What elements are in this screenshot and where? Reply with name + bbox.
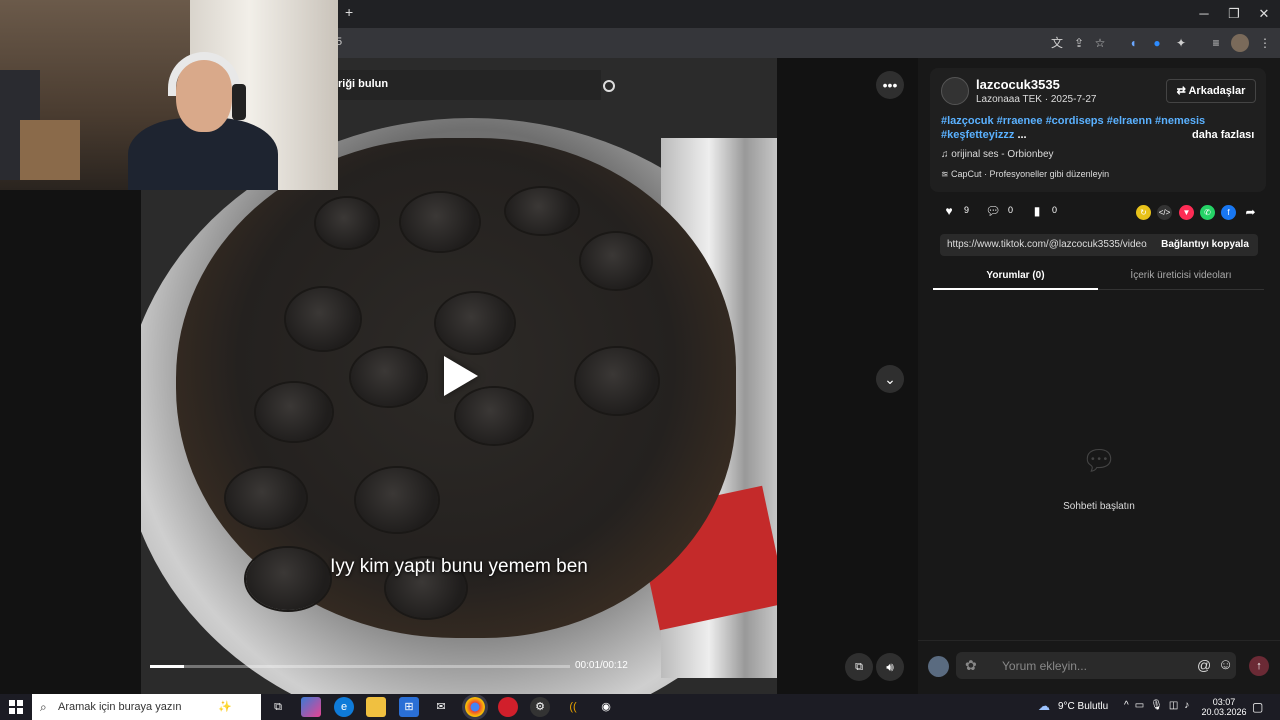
steam-icon[interactable]: ⚙ [530,697,550,717]
comment-count: 0 [1008,205,1014,215]
sticker-icon[interactable]: ✿ [965,657,977,674]
tab-comments[interactable]: Yorumlar (0) [933,266,1098,290]
app-audio-icon[interactable]: (( [563,697,583,717]
share-arrow-icon[interactable]: ➦ [1243,205,1258,220]
restore-button[interactable]: ❐ [1222,4,1246,24]
start-button[interactable] [9,700,23,714]
volume-icon[interactable]: 🔊︎ [876,653,904,681]
floating-player-button[interactable]: ⧉ [845,653,873,681]
empty-chat-icon: 💬︎ [1081,445,1117,476]
taskbar-search-text: Aramak için buraya yazın [58,701,182,713]
weather-text[interactable]: 9°C Bulutlu [1058,701,1108,712]
whatsapp-icon[interactable]: ✆ [1200,205,1215,220]
file-explorer-icon[interactable] [366,697,386,717]
media-control-icon[interactable]: ≡ [1207,34,1225,52]
friends-button[interactable]: ⇄ Arkadaşlar [1166,79,1256,103]
embed-code-icon[interactable]: </> [1157,205,1172,220]
taskbar-search[interactable]: ⌕ Aramak için buraya yazın ✨ [32,694,261,720]
task-view-icon[interactable]: ⧉ [268,697,288,717]
video-progress-track[interactable] [150,665,570,668]
notification-icon[interactable]: ▢ [1252,700,1263,714]
video-caption: Iyy kim yaptı bunu yemem ben [330,556,588,577]
search-icon[interactable] [603,80,615,92]
more-options-button[interactable]: ••• [876,71,904,99]
hashtags-ellipsis: ... [1017,129,1027,141]
extension-shield-icon[interactable]: ● [1148,34,1166,52]
comment-input[interactable] [956,652,1236,679]
creator-avatar[interactable] [941,77,969,105]
taskbar-search-icon: ⌕ [40,700,47,714]
creator-subline: Lazonaaa TEK · 2025-7-27 [976,94,1097,105]
taskbar-clock[interactable]: 03:07 20.03.2026 [1196,697,1252,717]
edge-icon[interactable]: e [334,697,354,717]
sound-link[interactable]: ♫ orijinal ses - Orbionbey [941,149,1054,160]
hashtag-kesfet[interactable]: #keşfetteyizzz [941,129,1014,141]
hashtags-line-2[interactable]: #keşfetteyizzz ... [941,129,1027,141]
emoji-icon[interactable]: ☺ [1218,656,1233,673]
share-link-text[interactable]: https://www.tiktok.com/@lazcocuk3535/vid… [947,239,1147,250]
more-link[interactable]: daha fazlası [1192,129,1254,141]
next-video-button[interactable]: ⌄ [876,365,904,393]
search-highlight-icon: ✨ [218,701,232,713]
browser-menu-icon[interactable]: ⋮ [1256,34,1274,52]
new-tab-button[interactable]: + [345,4,353,20]
capcut-icon: ≊ [941,169,952,179]
clock-date: 20.03.2026 [1201,707,1247,717]
share-send-icon[interactable]: ▼ [1179,205,1194,220]
user-avatar[interactable] [928,656,949,677]
video-search-text[interactable]: riği bulun [338,78,388,90]
webcam-overlay [0,0,338,190]
facebook-icon[interactable]: f [1221,205,1236,220]
extensions-puzzle-icon[interactable]: ✦ [1172,34,1190,52]
like-count: 9 [964,205,970,215]
capcut-link[interactable]: ≊ CapCut · Profesyoneller gibi düzenleyi… [941,169,1109,180]
hashtags-line-1[interactable]: #lazçocuk #rraenee #cordiseps #elraenn #… [941,115,1205,127]
store-icon[interactable]: ⊞ [399,697,419,717]
clock-time: 03:07 [1212,697,1236,707]
obs-icon[interactable]: ◉ [596,697,616,717]
empty-comments-text: Sohbeti başlatın [1063,501,1135,512]
share-repost-icon[interactable]: ↻ [1136,205,1151,220]
copy-link-button[interactable]: Bağlantıyı kopyala [1152,234,1258,256]
copilot-icon[interactable] [301,697,321,717]
music-note-icon: ♫ [941,149,952,160]
sound-label[interactable]: orijinal ses - Orbionbey [951,149,1053,160]
comment-icon[interactable]: 💬︎ [985,203,1001,219]
video-progress-fill [150,665,184,668]
creator-username[interactable]: lazcocuk3535 [976,77,1060,92]
chrome-icon[interactable] [465,697,485,717]
bookmark-star-icon[interactable]: ☆ [1091,34,1109,52]
capcut-label[interactable]: CapCut · Profesyoneller gibi düzenleyin [951,169,1109,179]
play-icon[interactable] [444,356,478,396]
tab-creator-videos[interactable]: İçerik üreticisi videoları [1098,266,1264,290]
profile-avatar[interactable] [1231,34,1249,52]
like-heart-icon[interactable]: ♥ [941,203,957,219]
minimize-button[interactable]: ─ [1192,4,1216,24]
video-time: 00:01/00:12 [575,660,628,671]
close-window-button[interactable]: ✕ [1252,4,1276,24]
save-count: 0 [1052,205,1058,215]
app-red-icon[interactable] [498,697,518,717]
extension-audio-icon[interactable]: ◖ [1124,34,1142,52]
send-comment-button[interactable]: ↑ [1249,656,1269,676]
install-app-icon[interactable]: ⇪ [1070,34,1088,52]
system-tray-icons[interactable]: ^▭🎙︎◫♪ [1124,700,1195,711]
mention-icon[interactable]: @ [1197,657,1211,673]
bookmark-icon[interactable]: ▮ [1029,203,1045,219]
weather-icon[interactable]: ☁ [1038,699,1050,713]
translate-icon[interactable]: 文 [1048,34,1066,52]
mail-icon[interactable]: ✉ [431,697,451,717]
